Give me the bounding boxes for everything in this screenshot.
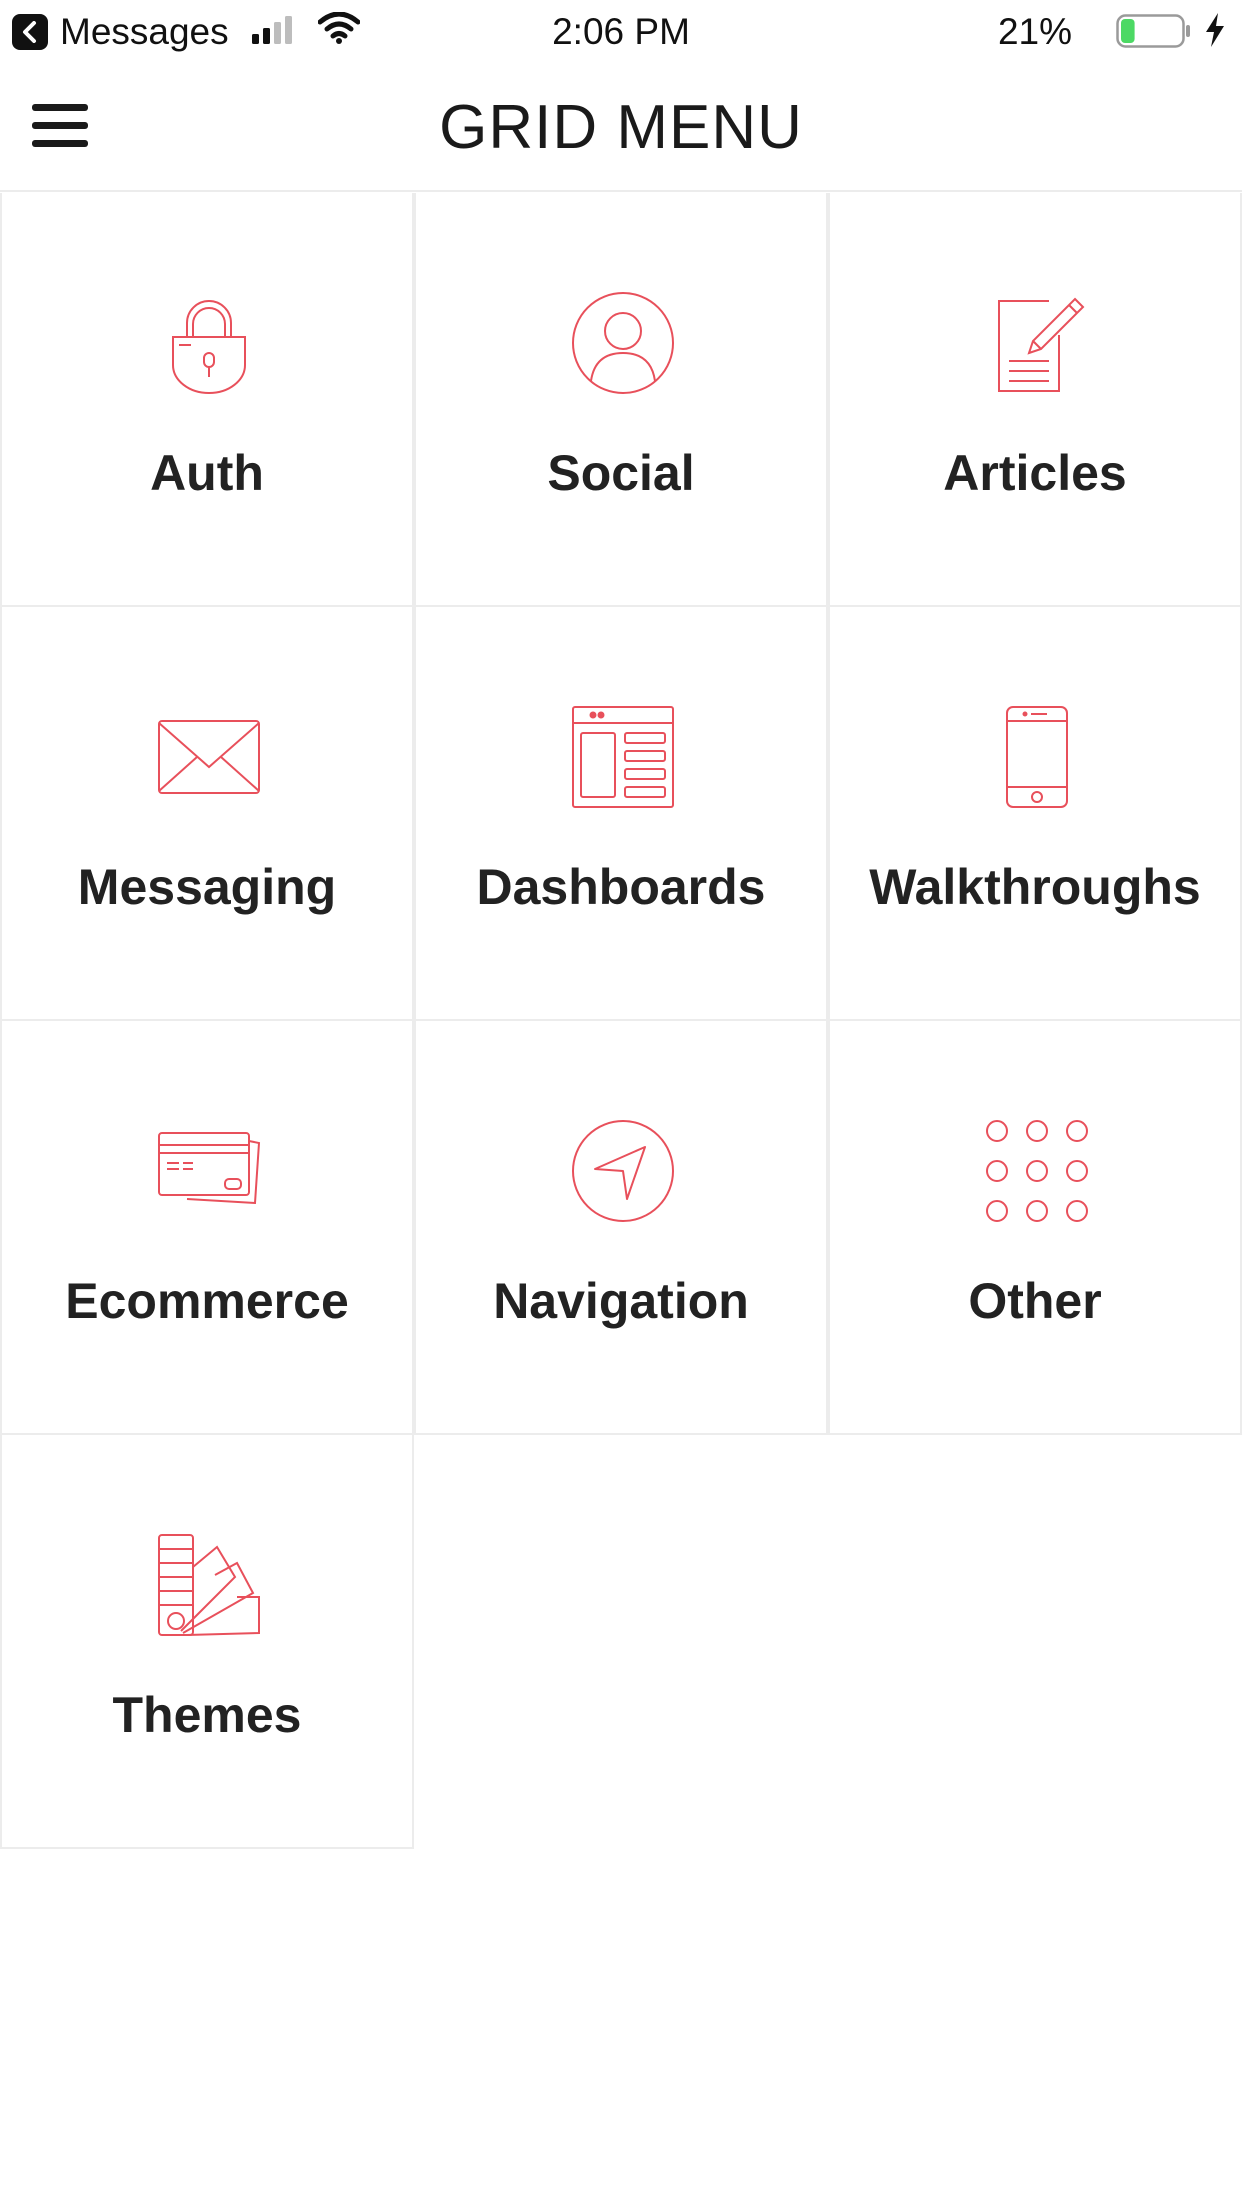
grid-item-label: Navigation bbox=[493, 1273, 749, 1329]
grid-item-auth[interactable]: Auth bbox=[0, 193, 414, 607]
document-edit-icon bbox=[998, 297, 1085, 392]
color-swatches-icon bbox=[158, 1534, 260, 1636]
charging-bolt-icon bbox=[1206, 13, 1224, 47]
grid-item-social[interactable]: Social bbox=[414, 193, 828, 607]
envelope-icon bbox=[158, 720, 260, 794]
credit-card-icon bbox=[158, 1132, 261, 1205]
dashboard-window-icon bbox=[572, 706, 674, 808]
dots-grid-icon bbox=[986, 1120, 1088, 1222]
nav-bar: GRID MENU bbox=[0, 64, 1242, 192]
user-profile-icon bbox=[572, 292, 674, 394]
grid-item-label: Articles bbox=[943, 445, 1127, 501]
lock-icon bbox=[172, 300, 246, 394]
battery-percent: 21% bbox=[997, 11, 1072, 52]
grid-item-label: Ecommerce bbox=[65, 1273, 349, 1329]
grid-item-messaging[interactable]: Messaging bbox=[0, 607, 414, 1021]
page-title: GRID MENU bbox=[439, 93, 803, 162]
grid-item-navigation[interactable]: Navigation bbox=[414, 1021, 828, 1435]
status-bar: Messages 2:06 PM 21% bbox=[0, 0, 1242, 64]
grid-item-label: Themes bbox=[112, 1687, 302, 1743]
grid-item-label: Other bbox=[968, 1273, 1102, 1329]
battery-icon bbox=[1116, 14, 1190, 48]
grid-item-articles[interactable]: Articles bbox=[828, 193, 1242, 607]
grid-item-themes[interactable]: Themes bbox=[0, 1435, 414, 1849]
grid-item-walkthroughs[interactable]: Walkthroughs bbox=[828, 607, 1242, 1021]
grid-item-ecommerce[interactable]: Ecommerce bbox=[0, 1021, 414, 1435]
smartphone-icon bbox=[1006, 706, 1068, 808]
navigation-arrow-icon bbox=[572, 1120, 674, 1222]
grid-item-dashboards[interactable]: Dashboards bbox=[414, 607, 828, 1021]
grid-item-label: Auth bbox=[150, 445, 264, 501]
grid-item-label: Social bbox=[547, 445, 695, 501]
grid-item-label: Messaging bbox=[77, 859, 337, 915]
grid-item-other[interactable]: Other bbox=[828, 1021, 1242, 1435]
grid-item-label: Walkthroughs bbox=[869, 859, 1201, 915]
grid-item-label: Dashboards bbox=[476, 859, 766, 915]
